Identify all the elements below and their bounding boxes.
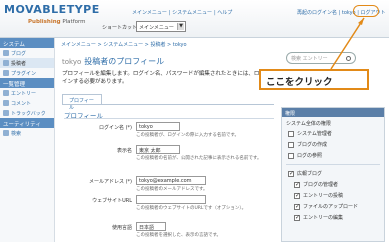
language-label: 使用言語	[111, 225, 132, 231]
sidebar: システム ブログ 投稿者 プラグイン 一覧管理 エントリー コメント トラックバ…	[0, 38, 55, 242]
sidebar-section-utility: ユーティリティ	[0, 118, 54, 128]
entry-icon	[3, 90, 9, 96]
checkbox-icon[interactable]	[288, 152, 294, 159]
logo-subtitle: Publishing Platform	[28, 19, 86, 25]
perm-pr-blog[interactable]: 広報ブログ	[282, 168, 384, 179]
perm-post-entry[interactable]: エントリーの投稿	[282, 190, 384, 201]
display-name-label: 表示名	[116, 148, 132, 154]
checkbox-checked-icon[interactable]	[294, 214, 300, 221]
permissions-header: 権限	[282, 108, 384, 117]
website-url-field[interactable]	[136, 195, 206, 204]
email-field[interactable]: tokyo@example.com	[136, 176, 206, 185]
website-url-label: ウェブサイトURL	[92, 198, 132, 204]
comment-icon	[3, 100, 9, 106]
perm-system-admin[interactable]: システム管理者	[282, 128, 384, 139]
nav-system-menu[interactable]: システムメニュー	[172, 10, 212, 16]
sidebar-item-plugins[interactable]: プラグイン	[0, 68, 54, 78]
perm-create-blog[interactable]: ブログの作成	[282, 139, 384, 150]
nav-main-menu[interactable]: メインメニュー	[132, 10, 167, 16]
display-name-help: この投稿者の名前が、公開された記事に表示される名前です。	[136, 156, 262, 161]
language-select[interactable]: 日本語	[136, 222, 166, 231]
email-help: この投稿者のメールアドレスです。	[136, 187, 208, 192]
permissions-panel: 権限 システム全体の権限 システム管理者 ブログの作成 ログの参照 広報ブログ …	[281, 107, 385, 242]
language-help: この投稿者を選択した、表示の言語です。	[136, 233, 222, 238]
magnifier-icon[interactable]	[346, 56, 351, 61]
checkbox-icon[interactable]	[288, 141, 294, 148]
breadcrumb[interactable]: メインメニュー > システムメニュー > 投稿者 > tokyo	[61, 41, 187, 48]
sidebar-item-comments[interactable]: コメント	[0, 98, 54, 108]
logout-highlight	[353, 5, 379, 17]
blog-icon	[3, 50, 9, 56]
movabletype-logo: MOVABLETYPE	[4, 3, 100, 16]
sidebar-section-system: システム	[0, 38, 54, 48]
sidebar-item-entries[interactable]: エントリー	[0, 88, 54, 98]
nav-help[interactable]: ヘルプ	[217, 10, 232, 16]
checkbox-checked-icon[interactable]	[294, 181, 300, 188]
search-icon	[3, 130, 9, 136]
sidebar-item-search[interactable]: 検索	[0, 128, 54, 138]
page-title: tokyo 投稿者のプロフィール	[62, 57, 165, 66]
sidebar-item-blog[interactable]: ブログ	[0, 48, 54, 58]
chevron-down-icon: ▼	[177, 23, 184, 30]
login-name-help: この投稿者が、ログインの際に入力する名前です。	[136, 133, 239, 138]
plugin-icon	[3, 70, 9, 76]
perm-view-log[interactable]: ログの参照	[282, 150, 384, 161]
app-header: MOVABLETYPE Publishing Platform メインメニュー |…	[0, 0, 389, 38]
system-permissions-label: システム全体の権限	[286, 121, 331, 127]
shortcut-label: ショートカット	[102, 25, 138, 31]
checkbox-icon[interactable]	[288, 130, 294, 137]
login-name-field[interactable]: tokyo	[136, 122, 180, 131]
login-name-label: ログイン名 (*)	[99, 125, 132, 131]
permissions-divider	[286, 164, 380, 165]
sidebar-section-list: 一覧管理	[0, 78, 54, 88]
section-divider	[64, 118, 274, 119]
email-label: メールアドレス (*)	[89, 179, 132, 185]
click-here-callout: ここをクリック	[259, 69, 369, 90]
author-icon	[3, 60, 9, 66]
perm-edit-entry[interactable]: エントリーの編集	[282, 212, 384, 223]
checkbox-checked-icon[interactable]	[294, 192, 300, 199]
perm-upload-file[interactable]: ファイルのアップロード	[282, 201, 384, 212]
tab-divider	[62, 104, 274, 105]
top-navigation: メインメニュー | システムメニュー | ヘルプ	[132, 10, 233, 16]
sidebar-item-authors[interactable]: 投稿者	[0, 58, 54, 68]
checkbox-checked-icon[interactable]	[294, 203, 300, 210]
website-url-help: この投稿者のウェブサイトのURLです（オプション）。	[136, 206, 247, 211]
shortcut-select[interactable]: メインメニュー ▼	[136, 21, 186, 32]
sidebar-item-trackbacks[interactable]: トラックバック	[0, 108, 54, 118]
checkbox-checked-icon[interactable]	[288, 170, 294, 177]
perm-blog-admin[interactable]: ブログの管理者	[282, 179, 384, 190]
trackback-icon	[3, 110, 9, 116]
display-name-field[interactable]: 東京 太郎	[136, 145, 180, 154]
intro-text: プロフィールを編集します。ログイン名、パスワードが編集されたときには、ログ再度ロ…	[62, 71, 287, 85]
